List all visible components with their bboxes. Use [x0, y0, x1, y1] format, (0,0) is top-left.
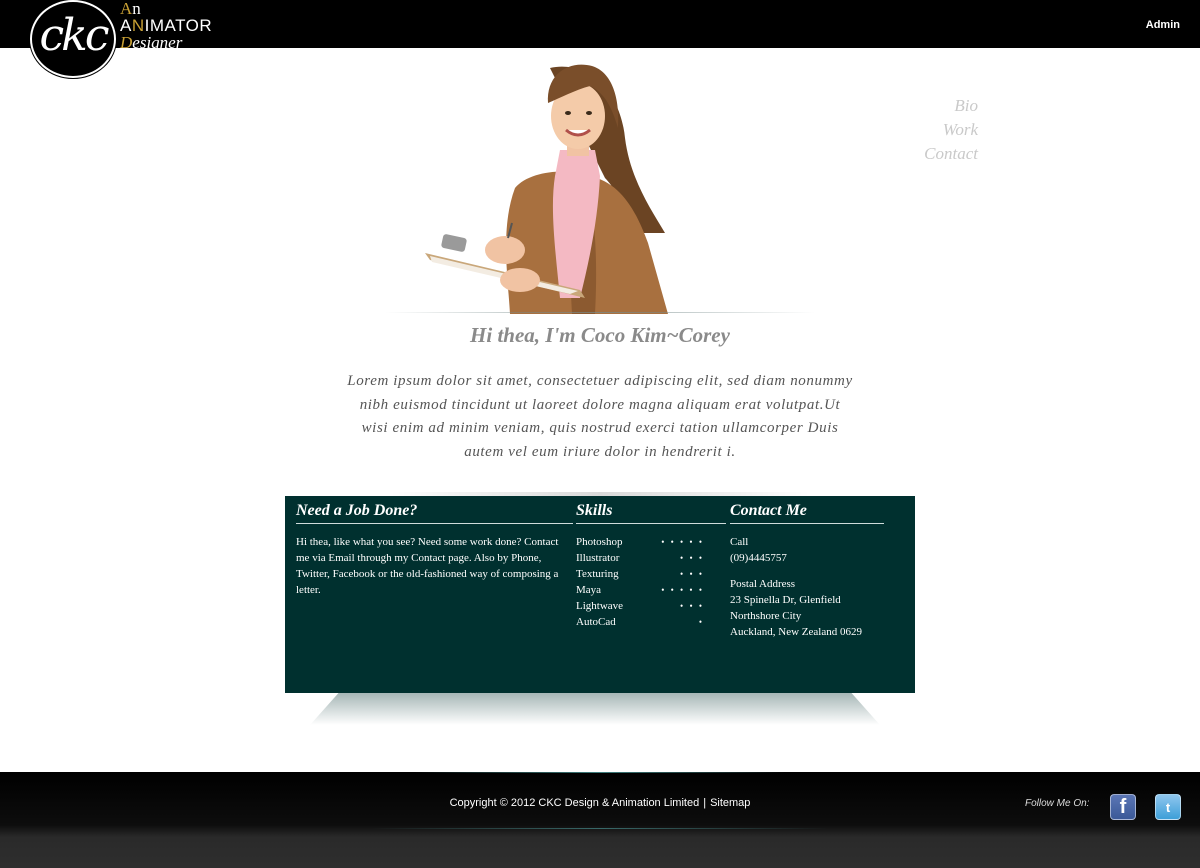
skills-column: Skills Photoshop • • • • • Illustrator • •…	[576, 502, 726, 630]
footer-divider	[415, 772, 785, 773]
skill-name: AutoCad	[576, 616, 616, 628]
skill-rating: • • • • •	[661, 585, 704, 595]
address-line: 23 Spinella Dr, Glenfield	[730, 594, 841, 606]
nav-item-bio[interactable]: Bio	[880, 94, 978, 118]
tagline-accent-letter: D	[120, 33, 133, 52]
sitemap-link[interactable]: Sitemap	[710, 797, 750, 809]
list-item: Lightwave • • •	[576, 598, 704, 614]
ckc-logo[interactable]: ckc	[30, 0, 116, 78]
contact-details: Call (09)4445757 Postal Address 23 Spine…	[730, 534, 884, 640]
footer-separator: |	[703, 797, 707, 809]
skill-name: Illustrator	[576, 552, 620, 564]
facebook-icon[interactable]: f	[1110, 794, 1136, 820]
contact-heading: Contact Me	[730, 502, 884, 524]
skill-name: Maya	[576, 584, 602, 596]
admin-link[interactable]: Admin	[1146, 19, 1180, 31]
list-item: Illustrator • • •	[576, 550, 704, 566]
copyright-text: Copyright © 2012 CKC Design & Animation …	[449, 797, 700, 809]
tagline-line-1: An	[120, 0, 212, 17]
job-column: Need a Job Done? Hi thea, like what you …	[296, 502, 573, 598]
profile-photo	[425, 64, 668, 314]
skill-name: Texturing	[576, 568, 619, 580]
skill-rating: • • •	[680, 553, 704, 563]
panel-reflection	[310, 693, 880, 725]
skill-rating: • • • • •	[661, 537, 704, 547]
site-tagline: An ANIMATOR Designer	[120, 0, 212, 51]
phone-number: (09)4445757	[730, 552, 787, 564]
greeting-heading: Hi thea, I'm Coco Kim~Corey	[470, 323, 730, 347]
address-label: Postal Address	[730, 578, 796, 590]
address-line: Auckland, New Zealand 0629	[730, 626, 862, 638]
nav-item-contact[interactable]: Contact	[880, 142, 978, 166]
tagline-line-3: Designer	[120, 34, 212, 51]
skill-rating: • • •	[680, 569, 704, 579]
intro-text: Lorem ipsum dolor sit amet, consectetuer…	[347, 373, 853, 461]
list-item: AutoCad •	[576, 614, 704, 630]
call-label: Call	[730, 536, 749, 548]
twitter-glyph: t	[1165, 799, 1171, 815]
skill-rating: •	[698, 617, 704, 627]
tagline-text: esigner	[132, 33, 183, 52]
skills-list: Photoshop • • • • • Illustrator • • • Text…	[576, 534, 704, 630]
copyright-line: Copyright © 2012 CKC Design & Animation …	[0, 797, 1200, 809]
follow-label: Follow Me On:	[1025, 798, 1090, 809]
job-heading: Need a Job Done?	[296, 502, 573, 524]
footer-divider	[370, 828, 830, 829]
skill-name: Photoshop	[576, 536, 623, 548]
main-nav: Bio Work Contact	[880, 94, 978, 166]
list-item: Texturing • • •	[576, 566, 704, 582]
info-panel: Need a Job Done? Hi thea, like what you …	[285, 496, 915, 693]
nav-item-work[interactable]: Work	[880, 118, 978, 142]
site-footer: Copyright © 2012 CKC Design & Animation …	[0, 772, 1200, 868]
skill-name: Lightwave	[576, 600, 624, 612]
photo-divider	[385, 312, 815, 313]
tagline-line-2: ANIMATOR	[120, 17, 212, 34]
logo-text: ckc	[39, 10, 110, 61]
twitter-icon[interactable]: t	[1155, 794, 1181, 820]
facebook-glyph: f	[1119, 795, 1127, 818]
list-item: Maya • • • • •	[576, 582, 704, 598]
list-item: Photoshop • • • • •	[576, 534, 704, 550]
skill-rating: • • •	[680, 601, 704, 611]
job-text: Hi thea, like what you see? Need some wo…	[296, 536, 559, 596]
contact-column: Contact Me Call (09)4445757 Postal Addre…	[730, 502, 884, 640]
address-line: Northshore City	[730, 610, 802, 622]
skills-heading: Skills	[576, 502, 726, 524]
